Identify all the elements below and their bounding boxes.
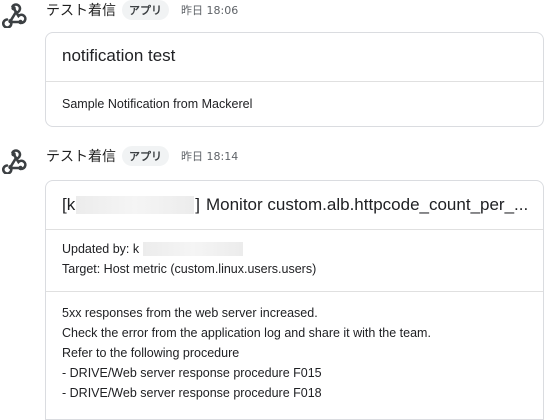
- sender-name[interactable]: テスト着信: [46, 146, 116, 166]
- app-badge: アプリ: [122, 146, 169, 166]
- description-line: - DRIVE/Web server response procedure F0…: [62, 366, 322, 380]
- card-divider: [46, 229, 543, 230]
- card-divider: [46, 81, 543, 82]
- redacted-text: [143, 242, 244, 256]
- card-body: Sample Notification from Mackerel: [62, 97, 253, 111]
- card-description: 5xx responses from the web server increa…: [62, 303, 431, 403]
- redacted-text: [76, 196, 195, 214]
- title-prefix: [k: [62, 195, 76, 214]
- message-header: テスト着信 アプリ 昨日 18:06: [46, 0, 238, 20]
- target-field: Target: Host metric (custom.linux.users.…: [62, 262, 317, 276]
- card-title: [k ] Monitor custom.alb.httpcode_count_p…: [62, 195, 532, 215]
- app-badge: アプリ: [122, 0, 169, 20]
- description-line: 5xx responses from the web server increa…: [62, 306, 318, 320]
- message-card: [k ] Monitor custom.alb.httpcode_count_p…: [45, 180, 544, 420]
- card-title: notification test: [62, 46, 176, 65]
- title-suffix: ]: [195, 195, 200, 214]
- message-header: テスト着信 アプリ 昨日 18:14: [46, 146, 238, 166]
- timestamp: 昨日 18:06: [181, 4, 239, 17]
- description-line: Check the error from the application log…: [62, 326, 431, 340]
- updated-by-field: Updated by: k: [62, 239, 316, 259]
- card-fields: Updated by: k Target: Host metric (custo…: [62, 239, 316, 279]
- card-divider: [46, 291, 543, 292]
- timestamp: 昨日 18:14: [181, 150, 239, 163]
- description-line: Refer to the following procedure: [62, 346, 240, 360]
- webhook-icon[interactable]: [0, 0, 28, 29]
- webhook-icon[interactable]: [0, 146, 28, 175]
- card-title-text: Monitor custom.alb.httpcode_count_per_..…: [205, 195, 529, 214]
- message-card: notification test Sample Notification fr…: [45, 32, 544, 127]
- updated-by-label: Updated by: k: [62, 242, 140, 256]
- description-line: - DRIVE/Web server response procedure F0…: [62, 386, 322, 400]
- sender-name[interactable]: テスト着信: [46, 0, 116, 20]
